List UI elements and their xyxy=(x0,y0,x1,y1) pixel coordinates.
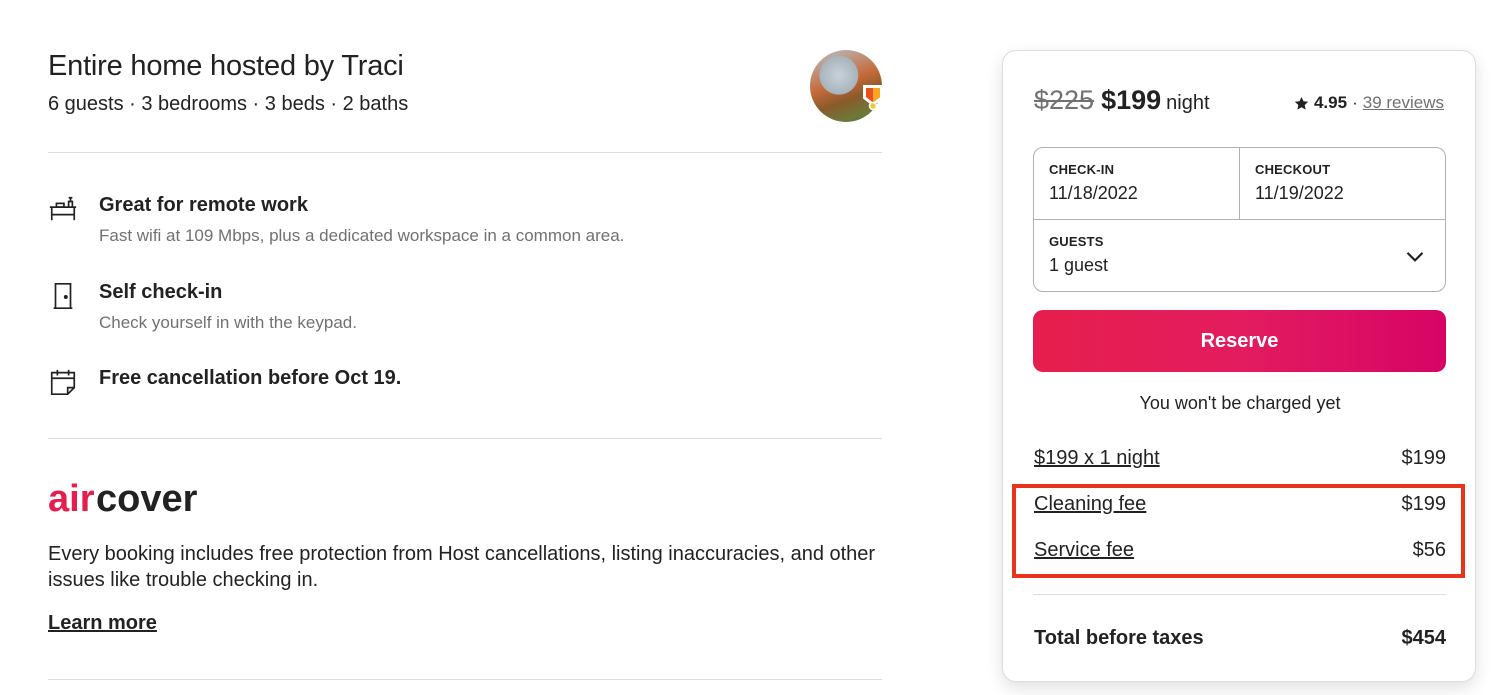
rating-separator: · xyxy=(1352,93,1358,112)
fee-label[interactable]: $199 x 1 night xyxy=(1034,447,1160,470)
aircover-logo: air cover xyxy=(48,478,208,522)
rating-score: 4.95 xyxy=(1313,93,1348,112)
total-amount: $454 xyxy=(1401,627,1447,649)
guests-field[interactable]: GUESTS 1 guest xyxy=(1034,234,1445,276)
guests-label: GUESTS xyxy=(1049,234,1104,249)
feature-title: Self check-in xyxy=(99,281,223,303)
feature-title: Great for remote work xyxy=(99,194,308,216)
picker-divider xyxy=(1034,219,1445,220)
price-unit: night xyxy=(1166,92,1210,114)
checkout-field[interactable]: CHECKOUT 11/19/2022 xyxy=(1240,162,1446,204)
svg-text:air: air xyxy=(48,478,95,520)
fee-row-nightly: $199 x 1 night $199 xyxy=(1034,447,1446,470)
superhost-badge-icon xyxy=(863,85,883,110)
price-row: $225 $199 night xyxy=(1034,85,1210,116)
feature-description: Check yourself in with the keypad. xyxy=(99,313,357,332)
checkin-value: 11/18/2022 xyxy=(1049,183,1138,203)
nightly-price: $199 xyxy=(1101,85,1162,115)
desk-icon xyxy=(49,196,77,221)
card-divider xyxy=(1033,594,1446,595)
star-icon xyxy=(1294,96,1309,110)
svg-text:cover: cover xyxy=(96,478,198,520)
feature-title: Free cancellation before Oct 19. xyxy=(99,367,402,389)
fee-amount: $199 xyxy=(1401,447,1447,469)
aircover-description: Every booking includes free protection f… xyxy=(48,543,876,591)
checkin-label: CHECK-IN xyxy=(1049,162,1115,177)
host-avatar[interactable] xyxy=(810,50,883,122)
checkin-field[interactable]: CHECK-IN 11/18/2022 xyxy=(1034,162,1239,204)
no-charge-notice: You won't be charged yet xyxy=(1139,393,1341,413)
listing-summary: 6 guests · 3 bedrooms · 3 beds · 2 baths xyxy=(48,93,409,115)
section-divider xyxy=(48,438,882,439)
learn-more-link[interactable]: Learn more xyxy=(48,612,157,635)
booking-card: $225 $199 night 4.95 · 39 reviews CHECK-… xyxy=(1002,50,1476,682)
total-row: Total before taxes $454 xyxy=(1034,627,1446,650)
guests-value: 1 guest xyxy=(1049,255,1109,275)
checkout-value: 11/19/2022 xyxy=(1255,183,1344,203)
fee-highlight-box xyxy=(1012,484,1465,578)
checkout-label: CHECKOUT xyxy=(1255,162,1331,177)
reserve-button[interactable]: Reserve xyxy=(1033,310,1446,372)
total-label: Total before taxes xyxy=(1034,627,1204,649)
chevron-down-icon[interactable] xyxy=(1405,246,1425,266)
section-divider xyxy=(48,152,882,153)
feature-description: Fast wifi at 109 Mbps, plus a dedicated … xyxy=(99,226,625,245)
listing-title: Entire home hosted by Traci xyxy=(48,50,404,82)
calendar-icon xyxy=(50,369,76,396)
reviews-link[interactable]: 39 reviews xyxy=(1363,93,1444,113)
door-icon xyxy=(53,282,73,310)
section-divider xyxy=(48,679,882,680)
original-price: $225 xyxy=(1034,85,1095,115)
rating-summary: 4.95 · 39 reviews xyxy=(1294,93,1444,113)
booking-picker: CHECK-IN 11/18/2022 CHECKOUT 11/19/2022 … xyxy=(1033,147,1446,292)
